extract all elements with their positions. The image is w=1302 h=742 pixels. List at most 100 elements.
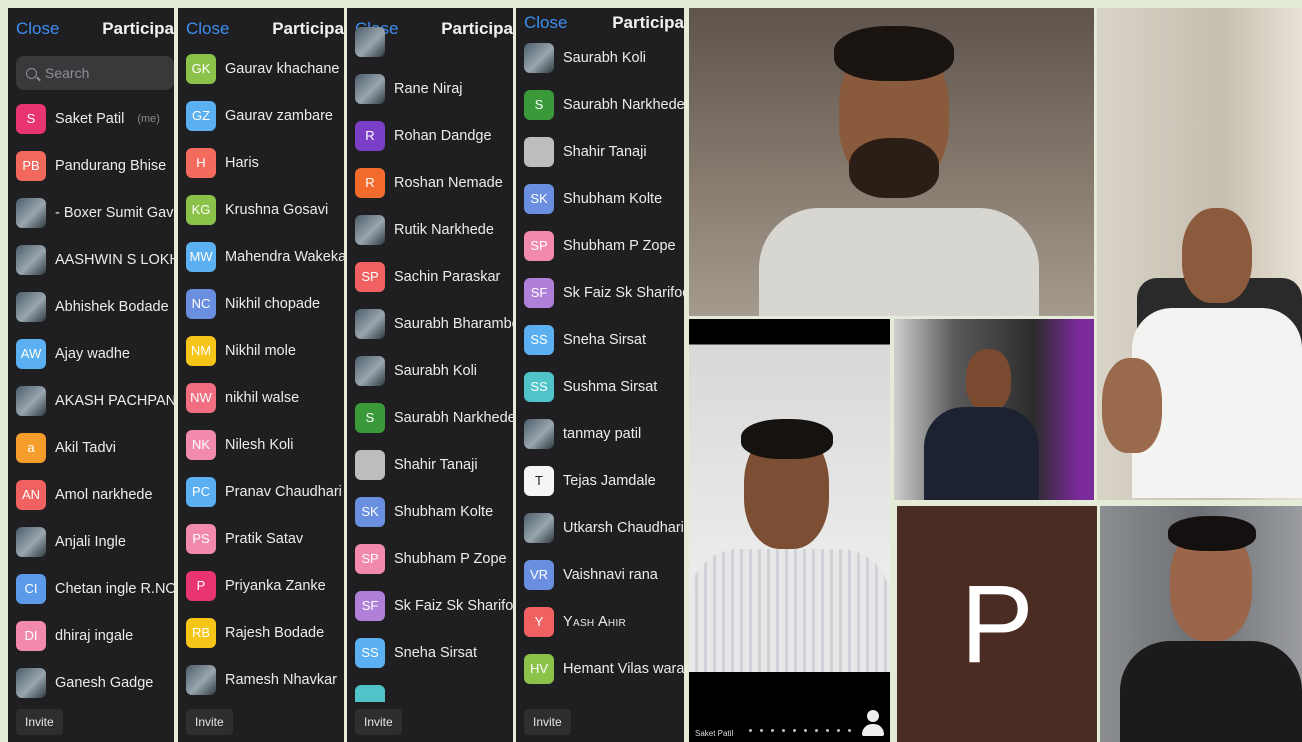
- video-tile-3[interactable]: Saket Patil: [689, 319, 890, 742]
- participant-name: Saurabh Koli: [563, 49, 647, 66]
- avatar: SP: [355, 543, 385, 574]
- participant-row[interactable]: R Rohan Dandge: [347, 112, 513, 159]
- avatar: NW: [186, 382, 216, 413]
- participant-row[interactable]: GK Gaurav khachane: [178, 45, 344, 92]
- avatar: NM: [186, 335, 216, 366]
- close-button[interactable]: Close: [524, 13, 567, 33]
- video-tile-6[interactable]: [1100, 506, 1302, 742]
- participant-row[interactable]: Utkarsh Chaudhari: [516, 504, 684, 551]
- participant-row[interactable]: T Tejas Jamdale: [516, 457, 684, 504]
- participant-name: nikhil walse: [225, 389, 300, 406]
- participant-row[interactable]: SP Shubham P Zope: [516, 222, 684, 269]
- participant-row[interactable]: Rutik Narkhede: [347, 206, 513, 253]
- participant-row[interactable]: S Saurabh Narkhede: [516, 81, 684, 128]
- participants-panel-2: Close Participa GK Gaurav khachane GZ Gaura…: [178, 8, 344, 742]
- search-input[interactable]: Search: [16, 56, 174, 90]
- participant-row[interactable]: SS Sushma Sirsat: [516, 363, 684, 410]
- participant-row[interactable]: NW nikhil walse: [178, 374, 344, 421]
- participant-name: Sk Faiz Sk Sharifodd: [563, 284, 684, 301]
- participant-row[interactable]: NC Nikhil chopade: [178, 280, 344, 327]
- invite-button[interactable]: Invite: [16, 709, 63, 735]
- participant-row[interactable]: VR Vaishnavi rana: [516, 551, 684, 598]
- participant-row[interactable]: Saurabh Bharambe: [347, 300, 513, 347]
- invite-button[interactable]: Invite: [524, 709, 571, 735]
- participant-row[interactable]: PBPandurang Bhise(Ho: [8, 142, 174, 189]
- participant-row[interactable]: P Priyanka Zanke: [178, 562, 344, 609]
- search-placeholder: Search: [45, 65, 90, 81]
- video-tile-2[interactable]: [1097, 8, 1302, 500]
- page-indicator[interactable]: [749, 729, 851, 732]
- participant-row[interactable]: DI dhiraj ingale: [8, 612, 174, 659]
- avatar: PC: [186, 476, 216, 507]
- participant-row[interactable]: KG Krushna Gosavi: [178, 186, 344, 233]
- participant-row[interactable]: Shahir Tanaji: [516, 128, 684, 175]
- participant-row[interactable]: AW Ajay wadhe: [8, 330, 174, 377]
- avatar: [524, 512, 554, 543]
- participant-row[interactable]: SF Sk Faiz Sk Sharifodd: [516, 269, 684, 316]
- avatar: T: [524, 465, 554, 496]
- participant-row[interactable]: Anjali Ingle: [8, 518, 174, 565]
- participant-row[interactable]: R Roshan Nemade: [347, 159, 513, 206]
- participant-row[interactable]: SS Sneha Sirsat: [347, 629, 513, 676]
- avatar: SK: [355, 496, 385, 527]
- participants-icon[interactable]: [862, 710, 884, 736]
- participant-row[interactable]: PC Pranav Chaudhari: [178, 468, 344, 515]
- video-tile-1[interactable]: [689, 8, 1094, 316]
- participant-row[interactable]: Shahir Tanaji: [347, 441, 513, 488]
- participant-row[interactable]: S Saket Patil (me): [8, 95, 174, 142]
- participant-row[interactable]: AASHWIN S LOKHAN: [8, 236, 174, 283]
- participant-row[interactable]: Abhishek Bodade: [8, 283, 174, 330]
- panel-header: Close Participa: [178, 8, 344, 50]
- avatar: [355, 449, 385, 480]
- participant-row[interactable]: Rane Niraj: [347, 65, 513, 112]
- participant-row[interactable]: SK Shubham Kolte: [347, 488, 513, 535]
- participant-name: Amol narkhede: [55, 486, 153, 503]
- search-icon: [26, 67, 37, 79]
- participant-name: Shubham P Zope: [563, 237, 676, 254]
- participant-row[interactable]: CI Chetan ingle R.NO 1: [8, 565, 174, 612]
- participant-row[interactable]: MW Mahendra Wakekar: [178, 233, 344, 280]
- participant-row[interactable]: S Saurabh Narkhede: [347, 394, 513, 441]
- participant-row[interactable]: a Akil Tadvi: [8, 424, 174, 471]
- avatar: S: [16, 103, 46, 134]
- participant-row[interactable]: NK Nilesh Koli: [178, 421, 344, 468]
- invite-button[interactable]: Invite: [355, 709, 402, 735]
- participant-name: Pranav Chaudhari: [225, 483, 342, 500]
- participant-row[interactable]: tanmay patil: [516, 410, 684, 457]
- video-tile-5[interactable]: P: [897, 506, 1097, 742]
- participant-row[interactable]: PS Pratik Satav: [178, 515, 344, 562]
- participant-row[interactable]: SP Shubham P Zope: [347, 535, 513, 582]
- participant-row[interactable]: SF Sk Faiz Sk Sharifodd: [347, 582, 513, 629]
- participant-row[interactable]: GZ Gaurav zambare: [178, 92, 344, 139]
- participant-row[interactable]: H Haris: [178, 139, 344, 186]
- close-button[interactable]: Close: [16, 19, 59, 39]
- shirt: [759, 208, 1039, 316]
- participant-row[interactable]: - Boxer Sumit Gavai-: [8, 189, 174, 236]
- shirt: [689, 549, 890, 674]
- participant-row[interactable]: AN Amol narkhede: [8, 471, 174, 518]
- participant-row[interactable]: SS Sneha Sirsat: [516, 316, 684, 363]
- participant-row[interactable]: RB Rajesh Bodade: [178, 609, 344, 656]
- participant-row[interactable]: SP Sachin Paraskar: [347, 253, 513, 300]
- avatar: SS: [355, 637, 385, 668]
- participant-row[interactable]: SK Shubham Kolte: [516, 175, 684, 222]
- invite-button[interactable]: Invite: [186, 709, 233, 735]
- participant-video: [689, 8, 1094, 316]
- participant-row[interactable]: Ramesh Nhavkar: [178, 656, 344, 703]
- avatar: GZ: [186, 100, 216, 131]
- panel-title: Participa: [612, 13, 684, 32]
- video-tile-4[interactable]: [894, 319, 1094, 500]
- participant-row[interactable]: Ganesh Gadge: [8, 659, 174, 706]
- participant-row[interactable]: Saurabh Koli: [516, 34, 684, 81]
- participant-name: dhiraj ingale: [55, 627, 134, 644]
- participant-row[interactable]: Saurabh Koli: [347, 347, 513, 394]
- participant-row[interactable]: AKASH PACHPANDE: [8, 377, 174, 424]
- participant-video: [1100, 506, 1302, 742]
- participant-row[interactable]: [347, 18, 513, 65]
- participant-name: - Boxer Sumit Gavai-: [55, 204, 174, 221]
- participant-row[interactable]: HV Hemant Vilas warak: [516, 645, 684, 692]
- participant-row[interactable]: Y Yash Ahir: [516, 598, 684, 645]
- close-button[interactable]: Close: [186, 19, 229, 39]
- participant-row[interactable]: NM Nikhil mole: [178, 327, 344, 374]
- participant-name: Roshan Nemade: [394, 174, 503, 191]
